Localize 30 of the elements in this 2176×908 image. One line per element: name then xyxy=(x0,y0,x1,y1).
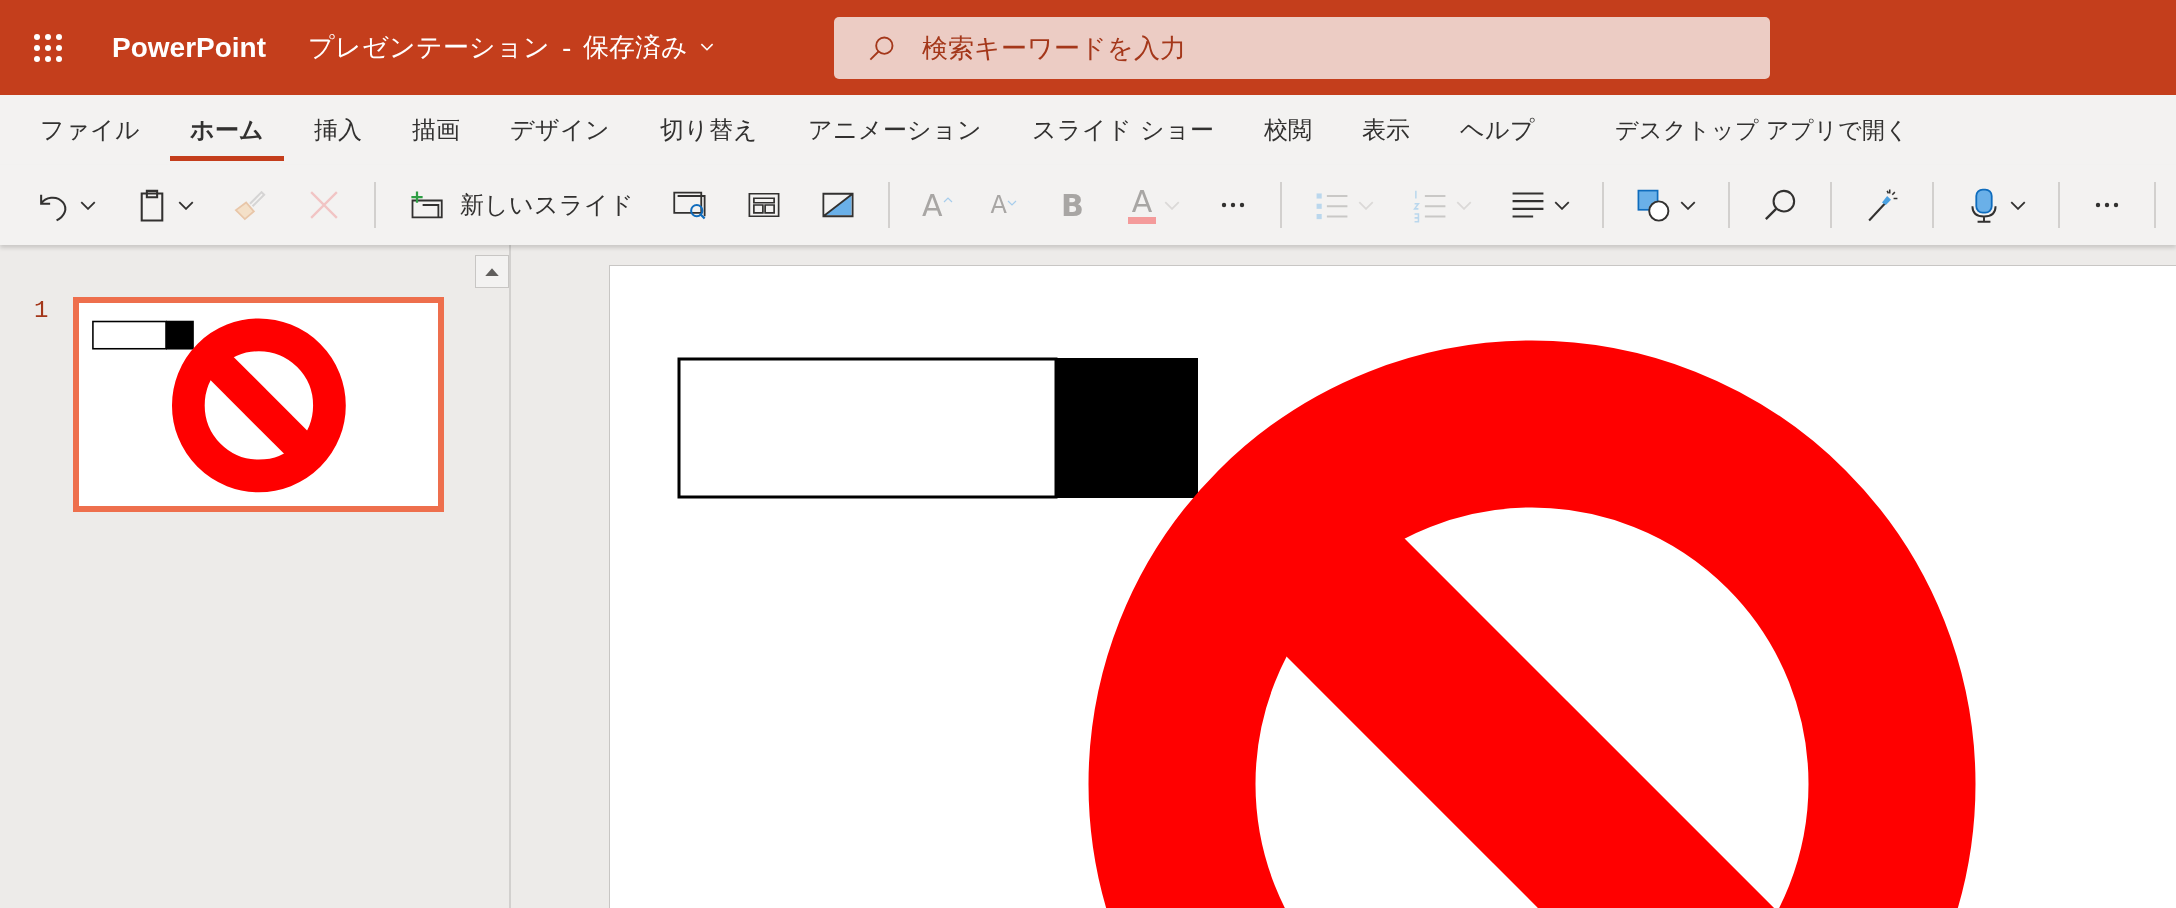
chevron-down-icon xyxy=(1164,200,1181,210)
triangle-up-icon xyxy=(484,267,500,276)
app-name[interactable]: PowerPoint xyxy=(112,31,266,64)
ribbon-tab[interactable]: 表示 xyxy=(1341,99,1430,161)
chevron-down-icon xyxy=(700,43,715,52)
search-field[interactable]: 検索キーワードを入力 xyxy=(834,16,1771,79)
scroll-up-button[interactable] xyxy=(475,255,509,288)
chevron-down-icon xyxy=(1680,200,1697,210)
ribbon-tab[interactable]: ヘルプ xyxy=(1439,99,1555,161)
ribbon-tab[interactable]: スライド ショー xyxy=(1012,99,1234,161)
ribbon-tab[interactable]: 校閲 xyxy=(1243,99,1332,161)
ribbon-tab[interactable]: アニメーション xyxy=(788,99,1002,161)
chevron-down-icon xyxy=(80,200,96,210)
slide-number: 1 xyxy=(33,297,50,326)
document-title-button[interactable]: プレゼンテーション - 保存済み xyxy=(308,30,715,65)
ribbon-tab[interactable]: デザイン xyxy=(490,99,630,161)
chevron-down-icon xyxy=(1554,200,1571,210)
chevron-down-icon xyxy=(178,200,194,210)
app-launcher-icon[interactable] xyxy=(34,33,62,62)
chevron-down-icon xyxy=(1456,200,1473,210)
chevron-down-icon xyxy=(2010,200,2027,210)
ribbon-tab[interactable]: 描画 xyxy=(392,99,480,161)
ribbon-tab[interactable]: ファイル xyxy=(20,99,160,161)
ribbon-tab[interactable]: 切り替え xyxy=(640,99,778,161)
caret-up-icon xyxy=(942,196,953,203)
open-in-desktop-link[interactable]: デスクトップ アプリで開く xyxy=(1614,114,1909,146)
caret-down-icon xyxy=(1006,199,1017,206)
chevron-down-icon xyxy=(1358,200,1375,210)
new-slide-button[interactable]: 新しいスライド xyxy=(394,181,648,229)
ribbon-tab[interactable]: 挿入 xyxy=(294,99,382,161)
